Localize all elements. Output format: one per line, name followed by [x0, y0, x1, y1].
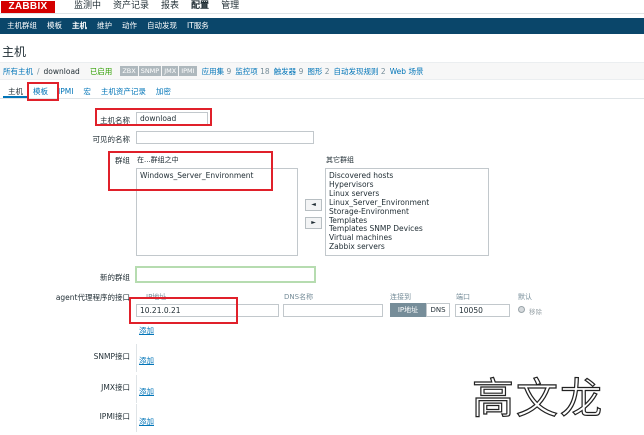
other-groups-listbox[interactable]: Discovered hosts Hypervisors Linux serve… — [325, 168, 489, 256]
submenu-discovery[interactable]: 自动发现 — [142, 18, 182, 34]
submenu-maintenance[interactable]: 维护 — [92, 18, 117, 34]
other-group-item[interactable]: Zabbix servers — [326, 242, 488, 252]
agent-interfaces-label: agent代理程序的接口 — [55, 293, 130, 302]
new-group-label: 新的群组 — [100, 273, 130, 282]
availability-badges: ZBX SNMP JMX IPMI — [120, 66, 197, 76]
main-menu: 监测中 资产记录 报表 配置 管理 — [68, 0, 245, 14]
submenu-host-groups[interactable]: 主机群组 — [2, 18, 42, 34]
port-input[interactable]: 10050 — [455, 304, 510, 317]
tab-inventory[interactable]: 主机资产记录 — [96, 84, 151, 98]
host-status[interactable]: 已启用 — [90, 66, 113, 77]
host-tabs: 主机 模板 IPMI 宏 主机资产记录 加密 — [0, 84, 644, 99]
top-navigation: ZABBIX 监测中 资产记录 报表 配置 管理 — [0, 0, 644, 14]
link-applications[interactable]: 应用集 9 — [202, 66, 232, 77]
badge-ipmi: IPMI — [179, 66, 197, 76]
menu-configuration[interactable]: 配置 — [185, 0, 215, 14]
move-right-button[interactable]: ► — [305, 217, 322, 229]
menu-inventory[interactable]: 资产记录 — [107, 0, 155, 14]
annotation-box-host-name — [95, 108, 212, 126]
menu-administration[interactable]: 管理 — [215, 0, 245, 14]
submenu-templates[interactable]: 模板 — [42, 18, 67, 34]
link-items[interactable]: 监控项 18 — [235, 66, 269, 77]
breadcrumb-host: download — [43, 66, 80, 76]
submenu-it-services[interactable]: IT服务 — [182, 18, 214, 34]
submenu-actions[interactable]: 动作 — [117, 18, 142, 34]
badge-zbx: ZBX — [120, 66, 138, 76]
tab-macros[interactable]: 宏 — [78, 84, 96, 98]
ipmi-interfaces-label: IPMI接口 — [99, 412, 130, 421]
connect-dns-button[interactable]: DNS — [426, 303, 450, 317]
add-snmp-interface-link[interactable]: 添加 — [139, 355, 154, 366]
column-port: 端口 — [456, 293, 470, 301]
add-jmx-interface-link[interactable]: 添加 — [139, 386, 154, 397]
zabbix-logo[interactable]: ZABBIX — [1, 1, 55, 13]
menu-reports[interactable]: 报表 — [155, 0, 185, 14]
other-groups-label: 其它群组 — [326, 156, 354, 164]
add-ipmi-interface-link[interactable]: 添加 — [139, 416, 154, 427]
remove-link[interactable]: 移除 — [529, 306, 542, 316]
column-connect-to: 连接到 — [390, 293, 411, 301]
tab-encryption[interactable]: 加密 — [151, 84, 176, 98]
column-dns: DNS名称 — [284, 293, 314, 301]
badge-snmp: SNMP — [138, 66, 162, 76]
link-triggers[interactable]: 触发器 9 — [274, 66, 304, 77]
page-title: 主机 — [2, 45, 27, 59]
visible-name-input[interactable] — [136, 131, 314, 144]
dns-name-input[interactable] — [283, 304, 383, 317]
move-left-button[interactable]: ◄ — [305, 199, 322, 211]
annotation-box-templates-tab — [27, 82, 59, 101]
jmx-interfaces-label: JMX接口 — [101, 383, 130, 392]
annotation-box-ip — [129, 297, 238, 324]
link-graphs[interactable]: 图形 2 — [307, 66, 329, 77]
link-discovery-rules[interactable]: 自动发现规则 2 — [334, 66, 386, 77]
author-watermark: 高文龙 — [471, 373, 605, 423]
snmp-interfaces-label: SNMP接口 — [93, 352, 130, 361]
add-agent-interface-link[interactable]: 添加 — [139, 325, 154, 336]
connect-ip-button[interactable]: IP地址 — [390, 303, 426, 317]
breadcrumb-all-hosts[interactable]: 所有主机 — [3, 66, 33, 77]
annotation-box-groups — [108, 151, 273, 191]
breadcrumb: 所有主机 / download 已启用 ZBX SNMP JMX IPMI 应用… — [0, 62, 644, 80]
tab-host[interactable]: 主机 — [3, 84, 28, 98]
badge-jmx: JMX — [162, 66, 179, 76]
menu-monitoring[interactable]: 监测中 — [68, 0, 107, 14]
breadcrumb-separator: / — [37, 66, 40, 76]
link-web-scenarios[interactable]: Web 场景 — [390, 66, 424, 77]
sub-navigation: 主机群组 模板 主机 维护 动作 自动发现 IT服务 — [0, 18, 644, 34]
visible-name-label: 可见的名称 — [92, 135, 131, 144]
default-interface-radio[interactable] — [518, 306, 525, 313]
submenu-hosts[interactable]: 主机 — [67, 18, 92, 34]
column-default: 默认 — [518, 293, 532, 301]
new-group-input[interactable] — [135, 266, 316, 283]
